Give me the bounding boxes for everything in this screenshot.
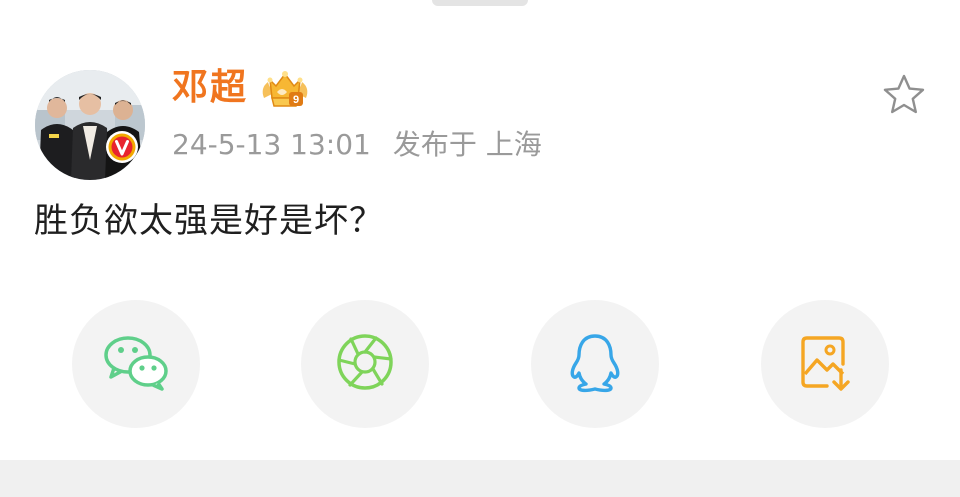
post-meta: 24-5-13 13:01 发布于 上海 — [172, 126, 542, 164]
sheet-drag-handle[interactable] — [432, 0, 528, 6]
bottom-bar — [0, 460, 960, 497]
avatar[interactable] — [35, 70, 145, 180]
crown-level-9-icon[interactable]: 9 — [258, 68, 312, 110]
post-time: 24-5-13 13:01 — [172, 128, 371, 161]
post-content: 胜负欲太强是好是坏？ — [34, 201, 384, 241]
svg-text:9: 9 — [293, 94, 299, 106]
star-outline-icon[interactable] — [880, 72, 928, 118]
save-image-button[interactable] — [761, 300, 889, 428]
qq-icon — [567, 331, 623, 397]
save-image-icon — [797, 332, 853, 396]
wechat-icon — [102, 333, 170, 395]
post-location: 发布于 上海 — [392, 128, 542, 161]
author-name[interactable]: 邓超 — [172, 64, 248, 112]
wechat-moments-icon — [334, 331, 396, 397]
share-moments-button[interactable] — [301, 300, 429, 428]
share-wechat-button[interactable] — [72, 300, 200, 428]
verified-badge — [105, 130, 139, 164]
share-qq-button[interactable] — [531, 300, 659, 428]
